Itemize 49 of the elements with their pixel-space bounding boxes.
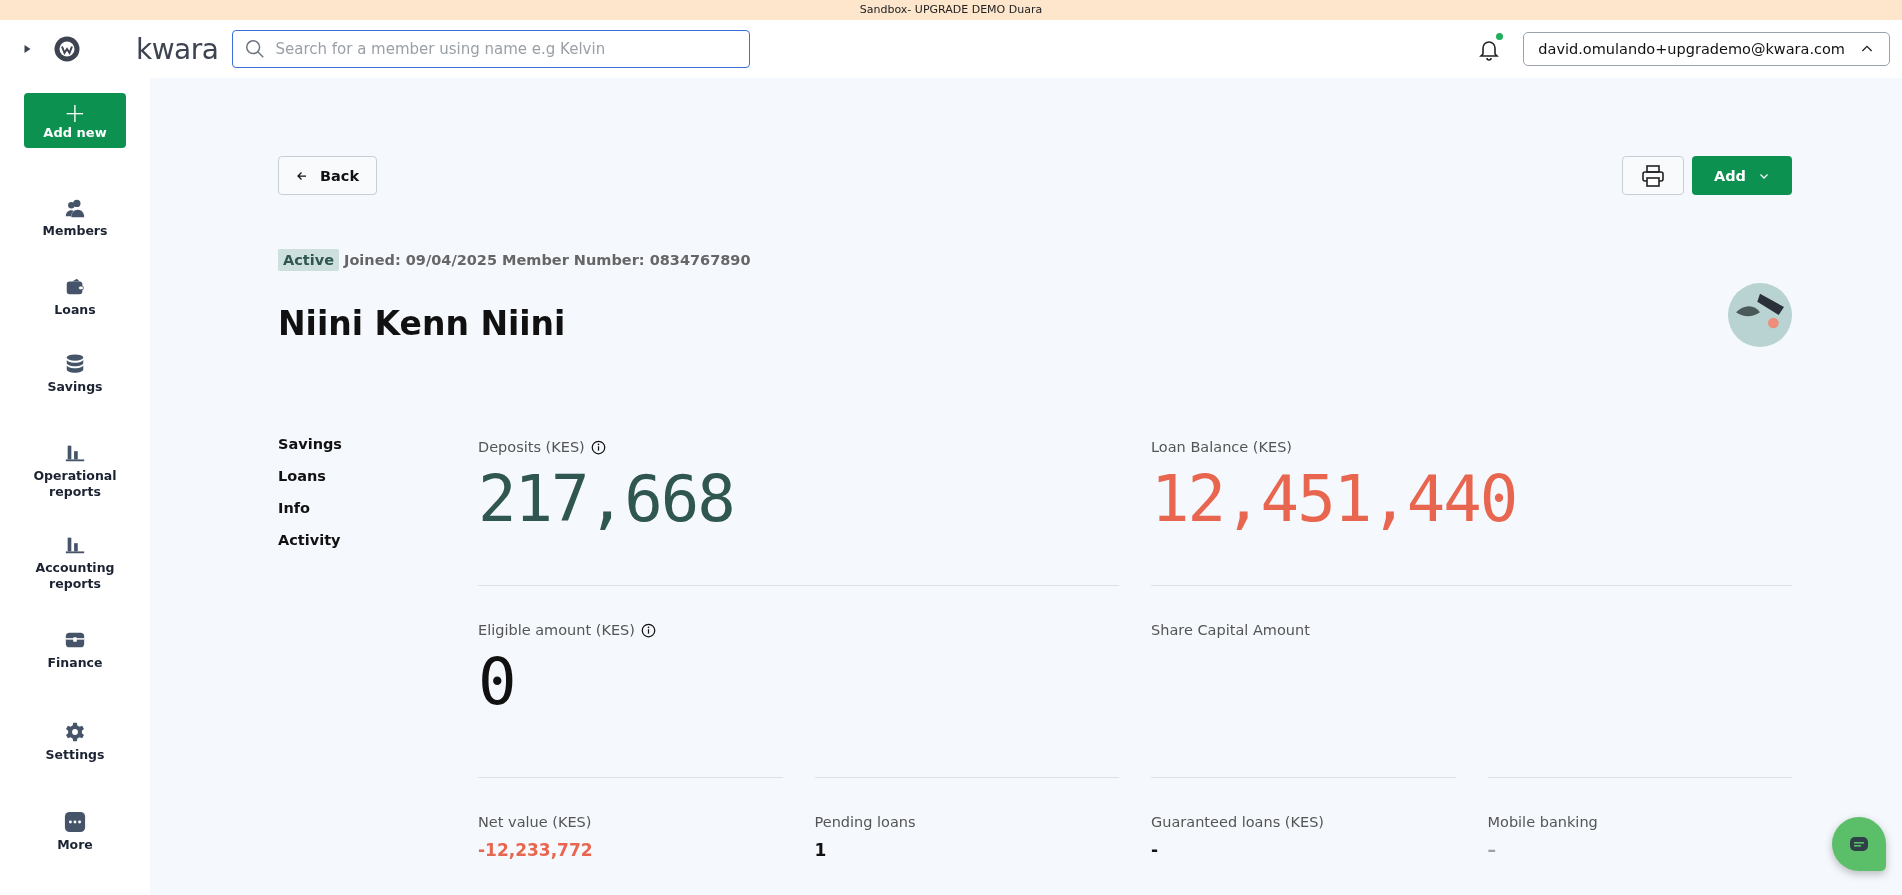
stat-label: Guaranteed loans (KES) [1151, 814, 1326, 830]
settings-icon[interactable] [64, 721, 86, 743]
database-icon[interactable] [64, 353, 86, 375]
section-nav-link[interactable]: Savings [278, 432, 478, 456]
section-nav-link[interactable]: Activity [278, 528, 478, 552]
sidebar-nav-link[interactable]: Settings [45, 747, 105, 763]
logo-icon [52, 34, 82, 64]
section-nav-link[interactable]: Loans [278, 464, 478, 488]
stat-value: 0 [478, 644, 516, 721]
stat-label: Eligible amount (KES) [478, 622, 635, 638]
stat-label: Pending loans [814, 814, 917, 830]
kwara-logo[interactable]: kwara [136, 32, 219, 66]
stat-value: -12,233,772 [478, 840, 594, 860]
add-dropdown-button[interactable]: Add [1692, 156, 1792, 195]
back-button[interactable]: Back [278, 156, 378, 195]
stat-value: 217,668 [478, 461, 735, 538]
stat-label: Net value (KES) [478, 814, 593, 830]
user-account-dropdown[interactable]: david.omulando+upgrademo@kwara.com [1523, 32, 1890, 66]
sidebar-nav-link[interactable]: Finance [47, 655, 103, 671]
sidebar-nav-link[interactable]: Savings [47, 379, 103, 395]
sidebar-nav-link[interactable]: Operational reports [10, 468, 140, 500]
more-icon[interactable] [64, 811, 86, 833]
notification-bell-icon[interactable] [1477, 36, 1502, 62]
stat-value: – [1487, 840, 1497, 860]
left-arrow-icon [296, 169, 308, 182]
print-button[interactable] [1622, 156, 1684, 195]
member-search-field[interactable]: Search for a member using name e.g Kelvin [232, 30, 751, 68]
member-name: Niini Kenn Niini [278, 303, 566, 343]
member-meta-text: Joined: 09/04/2025 Member Number: 0834767890 [344, 252, 751, 268]
stat-label: Deposits (KES) [478, 439, 585, 455]
sidebar-nav-link[interactable]: Accounting reports [10, 560, 140, 592]
sidebar-nav-link[interactable]: Loans [54, 302, 96, 318]
status-badge: Active [278, 249, 339, 271]
stat-label: Share Capital Amount [1151, 622, 1310, 638]
printer-icon [1641, 163, 1665, 188]
sidebar-nav-link[interactable]: More [57, 837, 93, 853]
avatar-circle [1728, 283, 1792, 347]
stat-label: Loan Balance (KES) [1151, 439, 1292, 455]
stat-value: 1 [814, 840, 828, 860]
sidebar-nav-link[interactable]: Members [42, 223, 108, 239]
stat-value: 12,451,440 [1151, 461, 1518, 538]
search-icon [244, 38, 267, 60]
people-icon[interactable] [64, 197, 86, 219]
stat-value: - [1151, 840, 1160, 860]
sandbox-banner-text: Sandbox- UPGRADE DEMO Duara [859, 3, 1043, 16]
stat-label: Mobile banking [1487, 814, 1599, 830]
chat-button[interactable] [1832, 817, 1886, 871]
add-new-button[interactable]: + Add new [24, 93, 126, 148]
section-nav-link[interactable]: Info [278, 496, 478, 520]
